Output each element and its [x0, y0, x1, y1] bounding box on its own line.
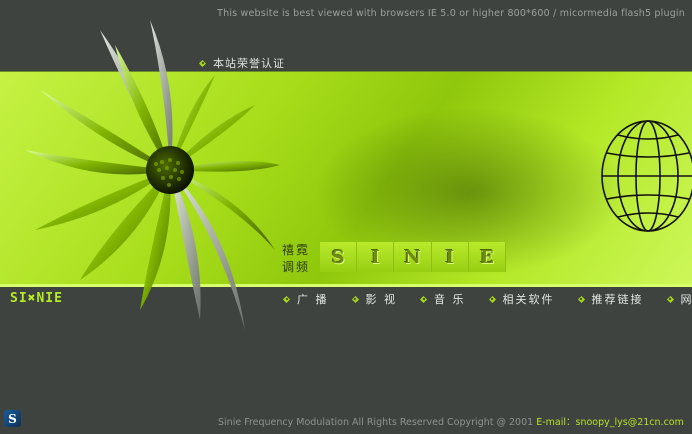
diamond-bullet-icon [419, 295, 428, 304]
nav-item-statement[interactable]: 网站声明 [666, 291, 692, 307]
sinie-letter: N [394, 242, 432, 272]
nav-item-film[interactable]: 影 视 [351, 291, 398, 307]
sinie-letter: E [468, 242, 507, 272]
footer: Sinie Frequency Modulation All Rights Re… [218, 414, 684, 428]
diamond-bullet-icon [282, 295, 291, 304]
vibe-line-2: 调频 [282, 260, 311, 274]
hero-vibe-label: 禧霓 调频 [282, 242, 310, 276]
nav-item-label: 音 乐 [434, 293, 466, 306]
nav-item-music[interactable]: 音 乐 [419, 291, 466, 307]
diamond-bullet-icon [577, 295, 586, 304]
nav-item-label: 广 播 [297, 293, 329, 306]
brand-logo[interactable]: SI✖NIE [10, 291, 63, 306]
diamond-bullet-icon [351, 295, 360, 304]
site-badge-icon[interactable]: S [4, 410, 21, 427]
main-nav: 广 播 影 视 音 乐 相关软件 推荐链接 网站声明 [282, 291, 692, 307]
diamond-bullet-icon [488, 295, 497, 304]
globe-icon [601, 120, 692, 232]
sinie-letter: I [357, 242, 395, 272]
email-link[interactable]: E-mail：snoopy_lys@21cn.com [536, 417, 684, 428]
sinie-letter: S [320, 242, 358, 272]
nav-item-label: 相关软件 [502, 293, 555, 306]
sinie-letter: I [431, 242, 469, 272]
vibe-line-1: 禧霓 [282, 243, 311, 257]
nav-item-label: 推荐链接 [591, 293, 644, 306]
nav-item-label: 影 视 [365, 293, 397, 306]
nav-item-broadcast[interactable]: 广 播 [282, 291, 329, 307]
nav-item-software[interactable]: 相关软件 [488, 291, 555, 307]
copyright-text: Sinie Frequency Modulation All Rights Re… [218, 417, 537, 428]
nav-item-label: 网站声明 [680, 293, 692, 306]
nav-item-links[interactable]: 推荐链接 [577, 291, 644, 307]
page: This website is best viewed with browser… [0, 0, 692, 434]
diamond-bullet-icon [666, 295, 675, 304]
sinie-logo-blocks: S I N I E [320, 242, 507, 272]
